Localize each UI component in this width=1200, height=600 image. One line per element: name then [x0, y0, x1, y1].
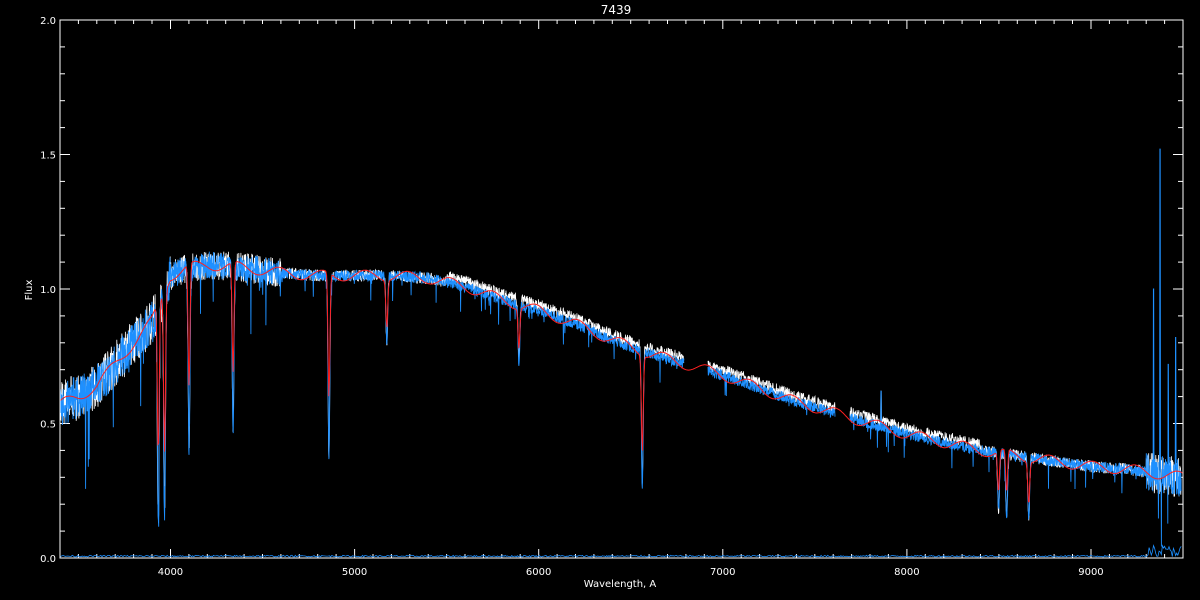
y-tick-label: 1.0 — [40, 285, 56, 296]
x-tick-label: 8000 — [894, 567, 919, 578]
x-tick-label: 4000 — [158, 567, 183, 578]
x-axis-label: Wavelength, A — [584, 579, 657, 590]
spectrum-plot: 7439 4000 5000 6000 7000 8000 9000 0.0 0.5 1.0 1.… — [0, 0, 1200, 600]
plot-background — [0, 0, 1200, 600]
x-tick-label: 7000 — [710, 567, 735, 578]
y-tick-label: 0.5 — [40, 420, 56, 431]
y-tick-label: 2.0 — [40, 16, 56, 27]
y-tick-label: 0.0 — [40, 554, 56, 565]
chart-title: 7439 — [601, 3, 632, 17]
x-tick-label: 9000 — [1078, 567, 1103, 578]
x-tick-label: 5000 — [342, 567, 367, 578]
y-tick-label: 1.5 — [40, 151, 56, 162]
x-tick-label: 6000 — [526, 567, 551, 578]
y-axis-label: Flux — [24, 280, 35, 301]
